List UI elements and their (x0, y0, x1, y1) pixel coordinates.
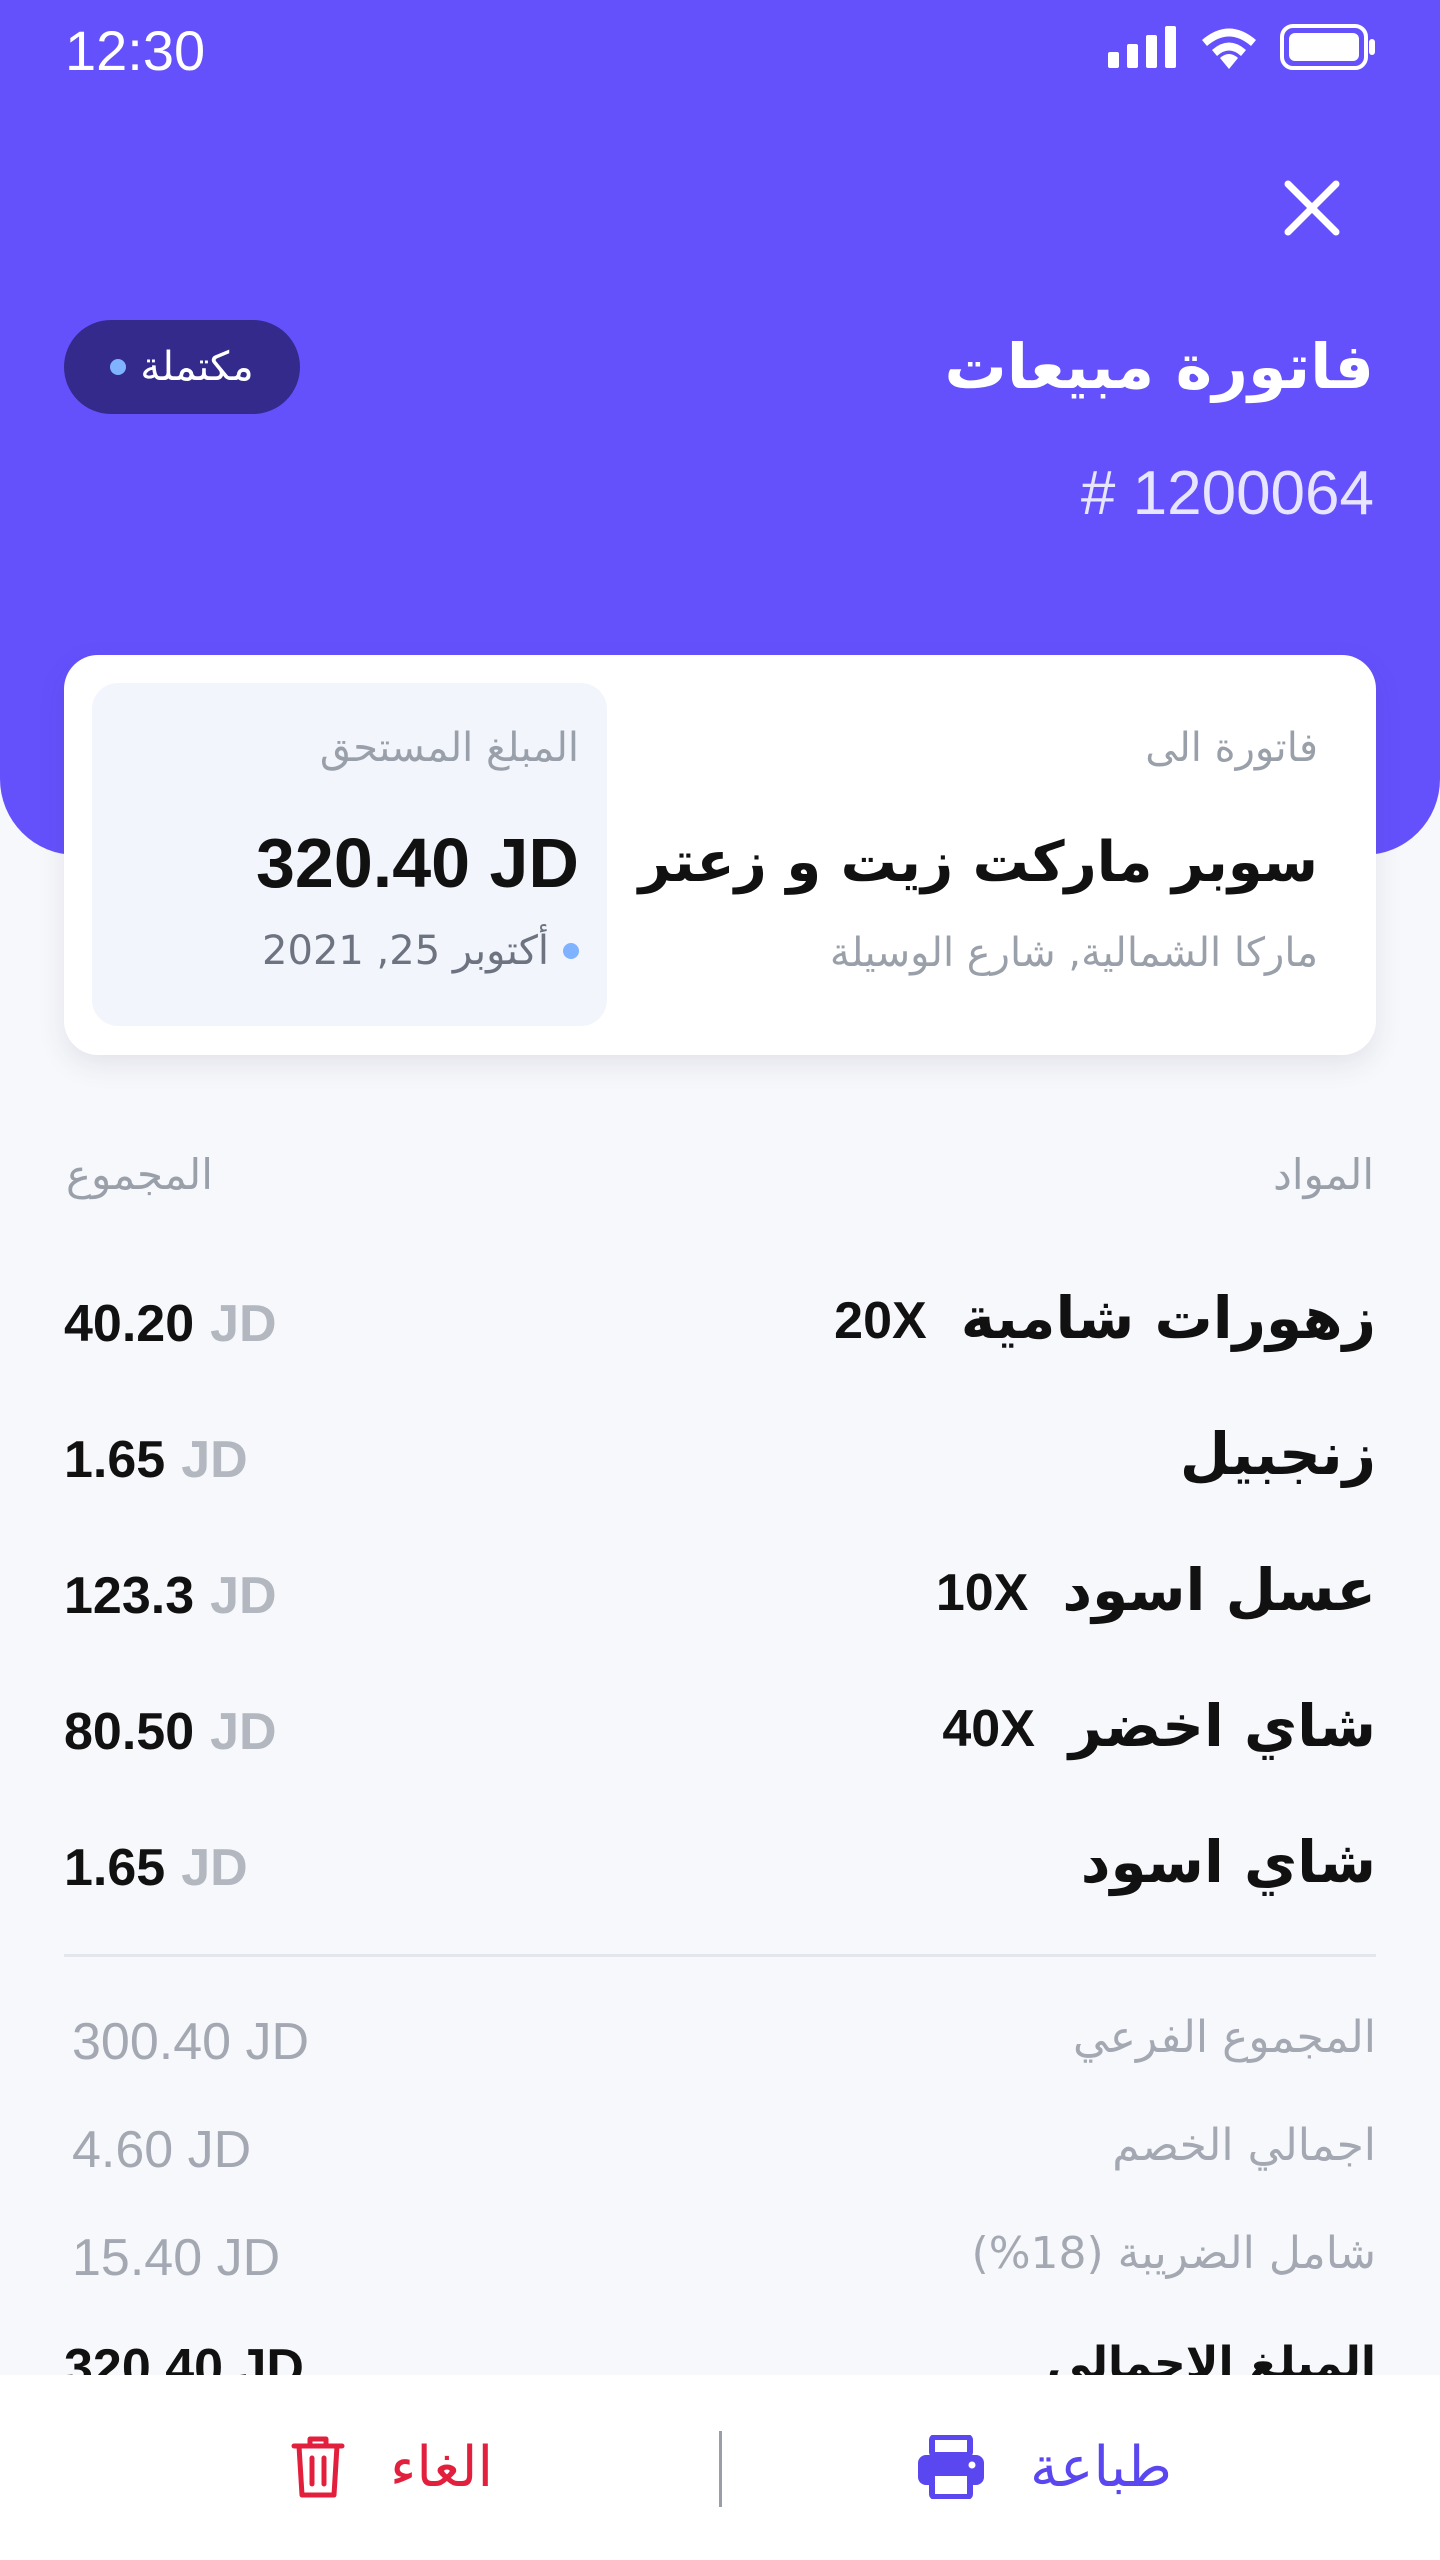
item-price: 123.3 JD (64, 1566, 277, 1626)
status-badge: مكتملة (64, 320, 300, 414)
item-row: 1.65 JD زنجبيل (64, 1406, 1376, 1516)
item-price-value: 123.3 (64, 1567, 195, 1625)
bill-to-label: فاتورة الى (1145, 725, 1318, 771)
item-quantity: 40X (942, 1700, 1035, 1758)
due-date-text: أكتوبر 25, 2021 (262, 928, 549, 974)
amount-due-box: المبلغ المستحق 320.40 JD أكتوبر 25, 2021 (92, 683, 607, 1026)
bottom-action-bar: طباعة الغاء (0, 2375, 1440, 2560)
item-row: 1.65 JD شاي اسود (64, 1814, 1376, 1924)
actions-divider (719, 2431, 722, 2507)
item-currency: JD (210, 1567, 277, 1625)
subtotal-label: المجموع الفرعي (1073, 2012, 1376, 2063)
item-currency: JD (210, 1703, 277, 1761)
total-column-header: المجموع (66, 1150, 213, 1199)
item-name-text: زهورات شامية (960, 1284, 1376, 1352)
status-icons (1108, 24, 1376, 70)
item-price: 80.50 JD (64, 1702, 277, 1762)
subtotal-row: المجموع الفرعي 300.40 JD (64, 2000, 1376, 2090)
item-row: 40.20 JD زهورات شامية 20X (64, 1270, 1376, 1380)
item-name-text: شاي اسود (1080, 1828, 1376, 1896)
item-name: شاي اسود (1047, 1828, 1376, 1896)
signal-icon (1108, 26, 1176, 68)
item-name-text: شاي اخضر (1068, 1692, 1376, 1760)
invoice-number: # 1200064 (1080, 459, 1374, 528)
customer-name: سوبر ماركت زيت و زعتر (638, 830, 1318, 895)
item-price-value: 1.65 (64, 1431, 166, 1489)
item-name-text: عسل اسود (1062, 1556, 1376, 1624)
page-title: فاتورة مبيعات (944, 330, 1375, 403)
item-price-value: 80.50 (64, 1703, 195, 1761)
item-quantity: 10X (935, 1564, 1029, 1622)
status-time: 12:30 (65, 19, 206, 82)
print-label: طباعة (1030, 2434, 1172, 2500)
trash-icon (291, 2436, 345, 2498)
due-date: أكتوبر 25, 2021 (262, 928, 579, 974)
status-badge-label: مكتملة (140, 344, 254, 390)
item-name: زهورات شامية 20X (834, 1284, 1376, 1352)
item-currency: JD (210, 1295, 277, 1353)
invoice-card: فاتورة الى سوبر ماركت زيت و زعتر ماركا ا… (64, 655, 1376, 1055)
item-row: 123.3 JD عسل اسود 10X (64, 1542, 1376, 1652)
cancel-button[interactable]: الغاء (290, 2427, 493, 2507)
discount-label: اجمالي الخصم (1112, 2120, 1376, 2171)
battery-icon (1280, 24, 1375, 70)
subtotal-value: 300.40 JD (72, 2013, 310, 2071)
item-name-text: زنجبيل (1179, 1420, 1376, 1488)
printer-icon (918, 2435, 985, 2499)
tax-label: شامل الضريبة (18%) (971, 2228, 1376, 2279)
item-quantity: 20X (834, 1292, 927, 1350)
print-button[interactable]: طباعة (916, 2427, 1172, 2507)
tax-value: 15.40 JD (72, 2229, 281, 2287)
discount-value: 4.60 JD (72, 2121, 252, 2179)
status-dot (110, 359, 127, 375)
discount-row: اجمالي الخصم 4.60 JD (64, 2108, 1376, 2198)
item-currency: JD (181, 1431, 248, 1489)
item-currency: JD (181, 1839, 248, 1897)
amount-due-value: 320.40 JD (255, 824, 579, 902)
item-name: زنجبيل (1146, 1420, 1376, 1488)
cancel-label: الغاء (390, 2434, 494, 2500)
close-icon (1284, 180, 1340, 236)
item-name: شاي اخضر 40X (942, 1692, 1376, 1760)
summary-divider (64, 1954, 1376, 1957)
item-price: 1.65 JD (64, 1838, 248, 1898)
customer-address: ماركا الشمالية, شارع الوسيلة (829, 930, 1318, 976)
item-price-value: 1.65 (64, 1839, 166, 1897)
amount-due-label: المبلغ المستحق (319, 725, 579, 771)
items-column-header: المواد (1273, 1150, 1374, 1199)
item-row: 80.50 JD شاي اخضر 40X (64, 1678, 1376, 1788)
item-price: 1.65 JD (64, 1430, 248, 1490)
date-dot (563, 943, 579, 959)
tax-row: شامل الضريبة (18%) 15.40 JD (64, 2216, 1376, 2306)
wifi-icon (1202, 28, 1256, 69)
invoice-screen: 12:30 فاتورة مبيعات # 1200064 مكتملة فات… (0, 0, 1440, 2560)
item-price-value: 40.20 (64, 1295, 195, 1353)
item-price: 40.20 JD (64, 1294, 277, 1354)
close-button[interactable] (1274, 170, 1350, 246)
item-name: عسل اسود 10X (936, 1556, 1376, 1624)
